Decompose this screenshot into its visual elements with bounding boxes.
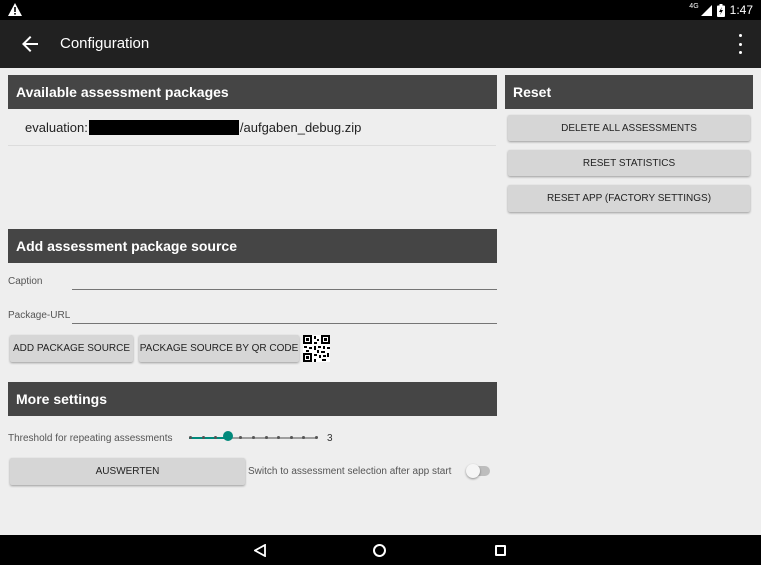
- slider-tick: [201, 436, 205, 439]
- add-package-source-button[interactable]: ADD PACKAGE SOURCE: [10, 335, 133, 362]
- package-url-input[interactable]: [72, 307, 497, 324]
- delete-all-assessments-button[interactable]: DELETE ALL ASSESSMENTS: [508, 115, 750, 141]
- package-url-label: Package-URL: [8, 310, 71, 321]
- threshold-value: 3: [327, 433, 333, 444]
- nav-home-icon[interactable]: [373, 544, 386, 557]
- signal-icon: [700, 4, 712, 16]
- package-prefix: evaluation:: [25, 120, 88, 135]
- status-right: 4G 1:47: [689, 0, 753, 20]
- overflow-menu-icon[interactable]: [737, 34, 743, 54]
- toggle-knob: [466, 464, 480, 478]
- slider-tick: [264, 436, 268, 439]
- packages-header: Available assessment packages: [8, 75, 497, 109]
- nav-back-icon[interactable]: [254, 544, 266, 557]
- auswerten-button[interactable]: AUSWERTEN: [10, 458, 245, 485]
- warning-icon: [8, 3, 22, 16]
- caption-label: Caption: [8, 276, 43, 287]
- reset-app-button[interactable]: RESET APP (FACTORY SETTINGS): [508, 185, 750, 212]
- threshold-label: Threshold for repeating assessments: [8, 433, 173, 444]
- package-item[interactable]: evaluation: /aufgaben_debug.zip: [25, 120, 361, 135]
- divider: [8, 145, 496, 146]
- slider-tick: [315, 436, 318, 439]
- qr-code-icon[interactable]: [303, 335, 330, 362]
- battery-icon: [716, 3, 725, 17]
- navigation-bar: [0, 535, 761, 565]
- package-source-by-qr-button[interactable]: PACKAGE SOURCE BY QR CODE: [139, 335, 299, 362]
- reset-statistics-button[interactable]: RESET STATISTICS: [508, 150, 750, 176]
- package-suffix: /aufgaben_debug.zip: [239, 120, 362, 135]
- slider-tick: [189, 436, 192, 439]
- nav-recents-icon[interactable]: [495, 545, 506, 556]
- threshold-slider[interactable]: [189, 430, 319, 446]
- add-source-header: Add assessment package source: [8, 229, 497, 263]
- slider-thumb[interactable]: [222, 431, 233, 441]
- status-bar: 4G 1:47: [0, 0, 761, 20]
- reset-header: Reset: [505, 75, 753, 109]
- auto-switch-toggle[interactable]: [466, 464, 491, 478]
- switch-label: Switch to assessment selection after app…: [248, 466, 452, 477]
- slider-tick: [289, 436, 293, 439]
- clock: 1:47: [729, 3, 753, 17]
- back-arrow-icon[interactable]: [18, 32, 42, 56]
- page-title: Configuration: [60, 35, 150, 52]
- network-type: 4G: [689, 2, 699, 10]
- slider-fill: [189, 437, 227, 439]
- slider-tick: [252, 436, 255, 439]
- caption-input[interactable]: [72, 273, 497, 290]
- more-settings-header: More settings: [8, 382, 497, 416]
- app-bar: Configuration: [0, 20, 761, 68]
- redacted-block: [88, 120, 239, 135]
